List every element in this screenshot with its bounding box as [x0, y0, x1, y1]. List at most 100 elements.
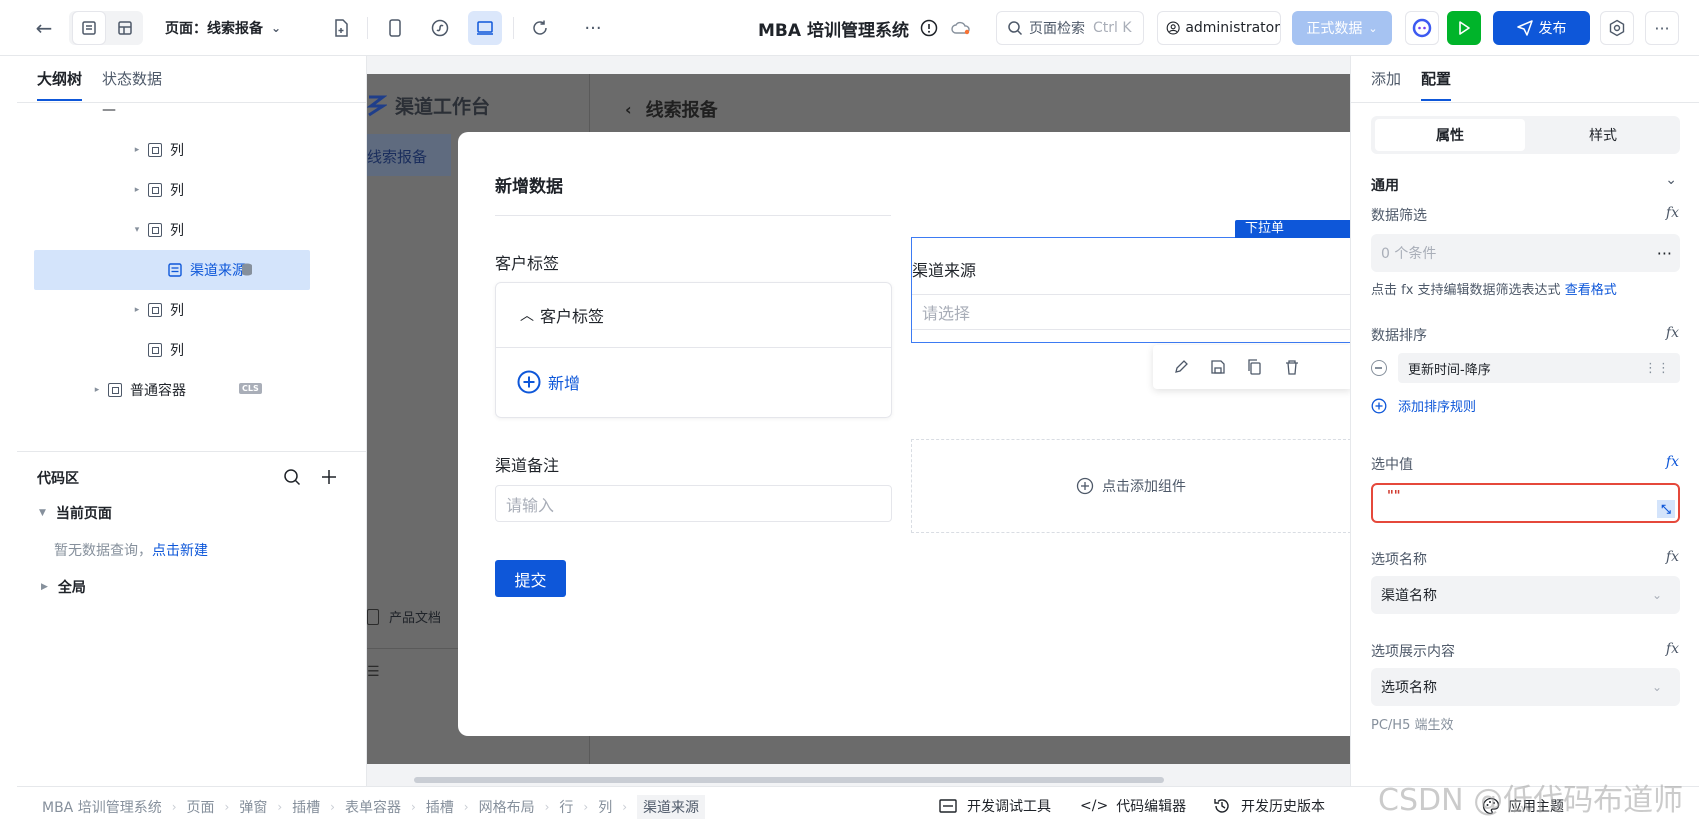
caret-right-icon[interactable]: ▸ [132, 305, 142, 315]
channel-source-select[interactable]: 请选择 [912, 294, 1352, 330]
page-search-box[interactable]: 页面检索 Ctrl K [996, 11, 1144, 45]
tree-node[interactable]: 渠道来源 [34, 250, 310, 290]
data-filter-box[interactable]: 0 个条件 ··· [1371, 234, 1680, 272]
publish-button[interactable]: 发布 [1493, 11, 1590, 45]
breadcrumb-item[interactable]: 行 [559, 797, 573, 817]
fx-icon[interactable]: fx [1666, 549, 1679, 565]
segment-style[interactable]: 样式 [1528, 119, 1678, 151]
add-component-dropzone[interactable]: 点击添加组件 [911, 439, 1351, 533]
fx-icon[interactable]: fx [1666, 205, 1679, 221]
tree-node[interactable]: — [17, 102, 367, 130]
tree-node[interactable]: ▾ 列 [17, 210, 367, 250]
preview-play-button[interactable] [1447, 11, 1481, 45]
expand-icon[interactable]: ⤡ [1657, 500, 1675, 518]
submit-button[interactable]: 提交 [495, 560, 566, 597]
class-badge: CLS [239, 383, 262, 394]
caret-right-icon[interactable]: ▸ [132, 145, 142, 155]
miniprogram-icon[interactable] [425, 11, 455, 45]
chevron-down-icon: ⌄ [1651, 588, 1662, 602]
breadcrumb-item[interactable]: 弹窗 [239, 797, 267, 817]
chevron-down-icon: ⌄ [1368, 21, 1378, 35]
caret-right-icon[interactable]: ▸ [92, 385, 102, 395]
breadcrumb-item[interactable]: 列 [598, 797, 612, 817]
tree-node[interactable]: ▸ 普通容器 CLS [17, 370, 367, 410]
sort-rule-item[interactable]: 更新时间-降序 ⋮⋮ [1398, 353, 1680, 383]
settings-icon[interactable] [1600, 11, 1634, 45]
tab-add[interactable]: 添加 [1371, 68, 1401, 89]
fx-icon[interactable]: fx [1666, 454, 1679, 470]
column-icon [148, 303, 162, 317]
breadcrumb-item[interactable]: 网格布局 [479, 797, 535, 817]
fx-icon[interactable]: fx [1666, 325, 1679, 341]
drag-handle-icon[interactable]: ⋮⋮ [1644, 361, 1670, 376]
global-section[interactable]: ▶ 全局 [41, 577, 86, 597]
breadcrumb-item[interactable]: 插槽 [426, 797, 454, 817]
search-icon[interactable] [283, 468, 301, 486]
ai-assistant-icon[interactable] [1405, 11, 1439, 45]
layout-view-icon[interactable] [108, 11, 142, 45]
info-icon[interactable] [918, 11, 940, 45]
copy-icon[interactable] [1247, 359, 1263, 375]
page-view-icon[interactable] [72, 11, 106, 45]
segment-properties[interactable]: 属性 [1375, 119, 1525, 151]
selected-value-input[interactable]: "" ⤡ [1371, 483, 1680, 523]
horizontal-scrollbar[interactable] [414, 777, 1164, 783]
caret-down-icon[interactable]: ▾ [132, 225, 142, 235]
customer-tag-group-header[interactable]: ︿ 客户标签 [520, 303, 604, 327]
chevron-down-icon[interactable]: ⌄ [1665, 172, 1677, 188]
tab-state-data[interactable]: 状态数据 [102, 68, 162, 89]
tab-config[interactable]: 配置 [1421, 68, 1451, 89]
mobile-icon[interactable] [380, 11, 410, 45]
page-selector[interactable]: 页面：线索报备 ⌄ [165, 11, 281, 45]
fx-icon[interactable]: fx [1666, 641, 1679, 657]
current-page-section[interactable]: ▼ 当前页面 [39, 503, 112, 523]
channel-note-input[interactable]: 请输入 [495, 485, 892, 522]
more-icon[interactable]: ··· [1657, 244, 1672, 263]
save-icon[interactable] [1210, 359, 1226, 375]
view-format-link[interactable]: 查看格式 [1565, 283, 1617, 298]
tree-node[interactable]: ▸ 列 [17, 290, 367, 330]
caret-right-icon[interactable]: ▸ [132, 185, 142, 195]
history-icon [1214, 799, 1229, 813]
back-arrow-icon[interactable]: ← [30, 11, 58, 45]
user-menu[interactable]: administrator [1157, 11, 1281, 45]
tab-outline-tree[interactable]: 大纲树 [37, 68, 82, 89]
add-sort-rule-button[interactable]: 添加排序规则 [1371, 396, 1476, 415]
option-name-select[interactable]: 渠道名称 ⌄ [1371, 576, 1680, 614]
plus-icon[interactable] [321, 469, 337, 485]
refresh-icon[interactable] [525, 11, 555, 45]
breadcrumb-item[interactable]: 渠道来源 [637, 795, 706, 819]
edit-icon[interactable] [1173, 359, 1189, 375]
tree-node[interactable]: 列 [17, 330, 367, 370]
more-menu-icon[interactable]: ··· [1645, 11, 1679, 45]
tree-node[interactable]: ▸ 列 [17, 130, 367, 170]
cloud-sync-icon[interactable] [948, 11, 974, 45]
breadcrumb-item[interactable]: MBA 培训管理系统 [42, 797, 162, 817]
breadcrumb-item[interactable]: 表单容器 [345, 797, 401, 817]
customer-tag-group-title: 客户标签 [540, 307, 605, 326]
create-link[interactable]: 点击新建 [152, 540, 208, 560]
option-display-select[interactable]: 选项名称 ⌄ [1371, 668, 1680, 706]
code-editor-button[interactable]: </> 代码编辑器 [1080, 796, 1186, 816]
desktop-icon[interactable] [468, 11, 502, 45]
delete-icon[interactable] [1284, 359, 1300, 375]
app-title-text: MBA 培训管理系统 [758, 20, 909, 41]
breadcrumb-item[interactable]: 插槽 [292, 797, 320, 817]
customer-tag-card: ︿ 客户标签 新增 [495, 282, 892, 418]
more-icon[interactable]: ··· [578, 11, 608, 45]
tree-node[interactable]: ▸ 列 [17, 170, 367, 210]
back-chevron-icon: ‹ [625, 99, 632, 119]
chevron-right-icon: › [544, 800, 550, 814]
history-label: 开发历史版本 [1241, 799, 1325, 815]
history-button[interactable]: 开发历史版本 [1213, 796, 1325, 816]
user-name: administrator [1185, 20, 1280, 36]
add-page-icon[interactable] [326, 11, 356, 45]
search-icon [1008, 21, 1023, 36]
add-new-button[interactable]: 新增 [517, 370, 580, 394]
channel-source-field-selected[interactable]: 渠道来源 请选择 [911, 237, 1352, 343]
breadcrumb-item[interactable]: 页面 [187, 797, 215, 817]
debug-tool-button[interactable]: 开发调试工具 [939, 796, 1051, 816]
env-select[interactable]: 正式数据 ⌄ [1292, 11, 1392, 45]
remove-sort-icon[interactable] [1371, 360, 1387, 376]
select-component-icon [168, 263, 182, 277]
